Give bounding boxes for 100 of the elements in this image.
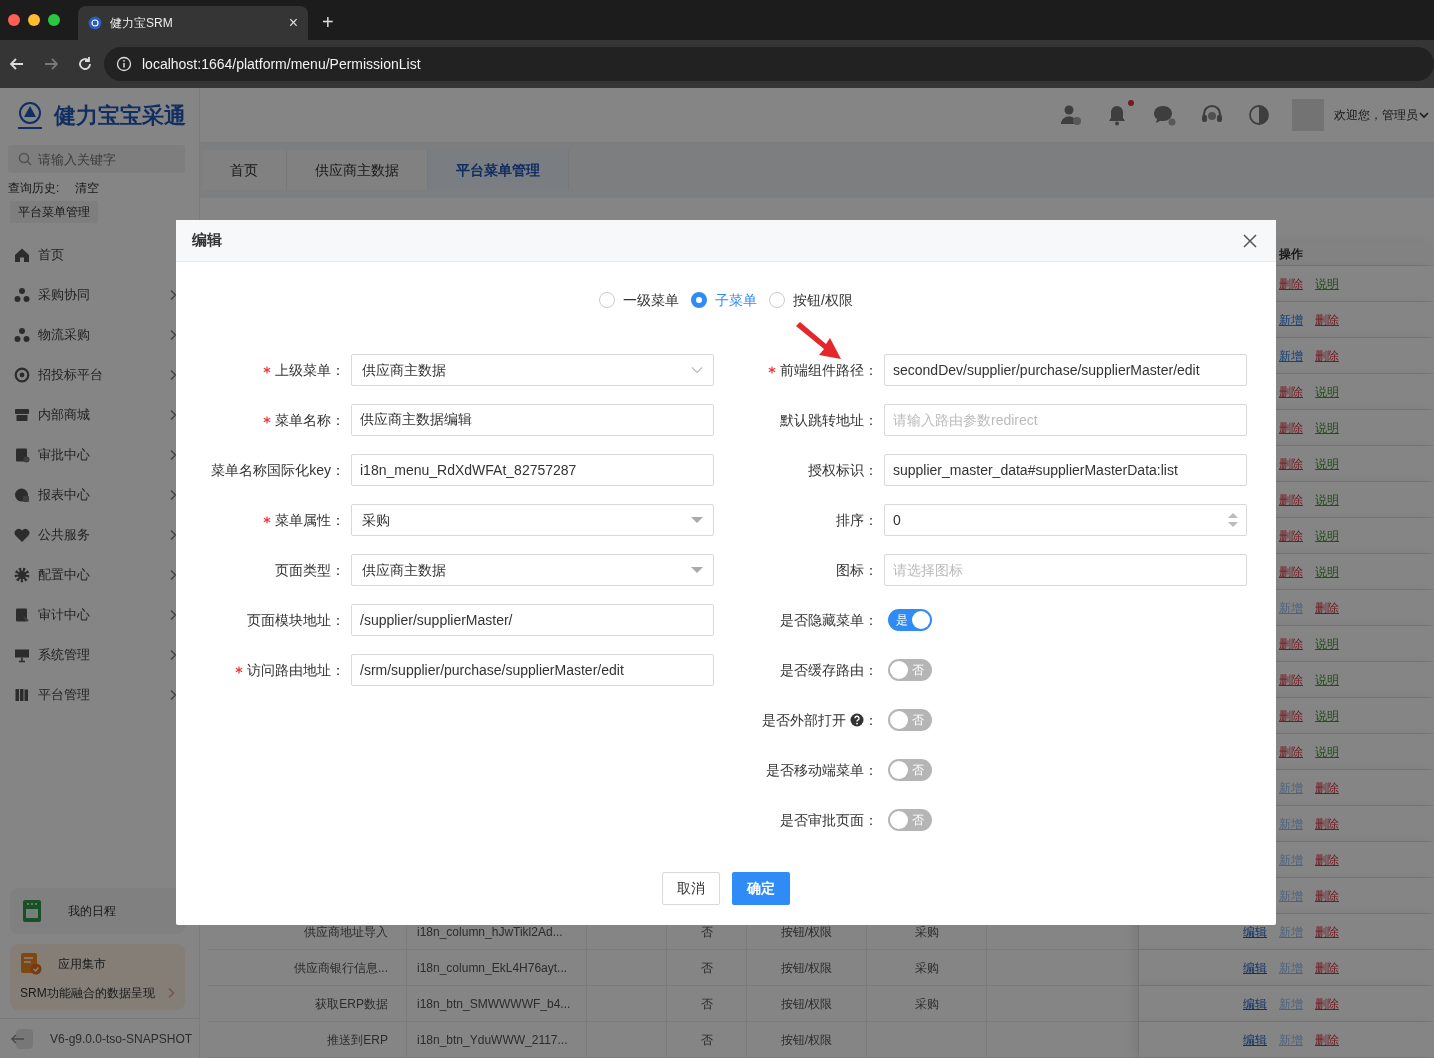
page-tab[interactable]: 供应商主数据: [287, 150, 428, 190]
menu-label[interactable]: 采购协同: [38, 285, 169, 305]
info-link[interactable]: 说明: [1315, 529, 1339, 542]
radio-option[interactable]: 按钮/权限: [769, 289, 853, 311]
info-link[interactable]: 说明: [1315, 277, 1339, 290]
contrast-icon[interactable]: [1248, 104, 1270, 126]
radio-option[interactable]: 子菜单: [691, 289, 758, 311]
page-tab[interactable]: 首页: [202, 150, 287, 190]
schedule-card[interactable]: 我的日程: [10, 888, 185, 934]
app-market-card[interactable]: 应用集市 SRM功能融合的数据呈现: [10, 944, 185, 1010]
delete-link[interactable]: 删除: [1279, 637, 1303, 650]
input-field[interactable]: i18n_menu_RdXdWFAt_82757287: [351, 454, 714, 486]
chat-icon[interactable]: [1152, 104, 1176, 126]
input-field[interactable]: /supplier/supplierMaster/: [351, 604, 714, 636]
select-field[interactable]: 供应商主数据: [351, 554, 714, 586]
delete-link[interactable]: 删除: [1279, 745, 1303, 758]
close-icon[interactable]: [1242, 232, 1258, 249]
edit-link[interactable]: 编辑: [1243, 1033, 1267, 1046]
delete-link[interactable]: 删除: [1315, 925, 1339, 938]
confirm-button[interactable]: 确定: [732, 872, 790, 905]
info-link[interactable]: 说明: [1315, 493, 1339, 506]
collapse-icon[interactable]: [10, 1027, 34, 1050]
welcome-text[interactable]: 欢迎您，管理员: [1334, 106, 1418, 124]
zoom-button[interactable]: [48, 14, 60, 26]
delete-link[interactable]: 删除: [1315, 349, 1339, 362]
add-link[interactable]: 新增: [1279, 349, 1303, 362]
search-field[interactable]: 请输入关键字: [8, 145, 185, 173]
menu-label[interactable]: 审批中心: [38, 445, 169, 465]
toggle-switch[interactable]: 否: [888, 759, 932, 781]
menu-label[interactable]: 公共服务: [38, 525, 169, 545]
delete-link[interactable]: 删除: [1315, 817, 1339, 830]
toggle-switch[interactable]: 否: [888, 659, 932, 681]
info-link[interactable]: 说明: [1315, 745, 1339, 758]
add-link[interactable]: 新增: [1279, 313, 1303, 326]
caret-icon[interactable]: [1418, 109, 1430, 121]
info-link[interactable]: 说明: [1315, 457, 1339, 470]
input-field[interactable]: 请选择图标: [884, 554, 1247, 586]
info-link[interactable]: 说明: [1315, 565, 1339, 578]
toggle-switch[interactable]: 是: [888, 609, 932, 631]
bell-icon[interactable]: [1106, 104, 1128, 127]
user-check-icon[interactable]: [1060, 104, 1082, 126]
radio-option[interactable]: 一级菜单: [599, 289, 680, 311]
delete-link[interactable]: 删除: [1315, 781, 1339, 794]
tab-title[interactable]: 健力宝SRM: [110, 14, 289, 32]
toggle-switch[interactable]: 否: [888, 709, 932, 731]
delete-link[interactable]: 删除: [1279, 673, 1303, 686]
menu-label[interactable]: 报表中心: [38, 485, 169, 505]
table-cell-text: 采购: [914, 959, 939, 977]
delete-link[interactable]: 删除: [1279, 277, 1303, 290]
delete-link[interactable]: 删除: [1315, 997, 1339, 1010]
input-field[interactable]: 供应商主数据编辑: [351, 404, 714, 436]
toggle-switch[interactable]: 否: [888, 809, 932, 831]
delete-link[interactable]: 删除: [1315, 889, 1339, 902]
menu-label[interactable]: 招投标平台: [38, 365, 169, 385]
menu-label[interactable]: 配置中心: [38, 565, 169, 585]
info-link[interactable]: 说明: [1315, 385, 1339, 398]
select-field[interactable]: 采购: [351, 504, 714, 536]
field-label: 菜单属性: [275, 510, 331, 530]
delete-link[interactable]: 删除: [1279, 493, 1303, 506]
delete-link[interactable]: 删除: [1279, 529, 1303, 542]
minimize-button[interactable]: [28, 14, 40, 26]
menu-label[interactable]: 审计中心: [38, 605, 169, 625]
menu-label[interactable]: 系统管理: [38, 645, 169, 665]
delete-link[interactable]: 删除: [1315, 961, 1339, 974]
info-link[interactable]: 说明: [1315, 709, 1339, 722]
input-field[interactable]: supplier_master_data#supplierMasterData:list: [884, 454, 1247, 486]
delete-link[interactable]: 删除: [1315, 601, 1339, 614]
info-link[interactable]: 说明: [1315, 673, 1339, 686]
tab-close-button[interactable]: ×: [288, 15, 298, 31]
close-button[interactable]: [8, 14, 20, 26]
delete-link[interactable]: 删除: [1315, 313, 1339, 326]
info-link[interactable]: 说明: [1315, 421, 1339, 434]
delete-link[interactable]: 删除: [1279, 709, 1303, 722]
menu-label[interactable]: 平台管理: [38, 685, 169, 705]
delete-link[interactable]: 删除: [1279, 565, 1303, 578]
edit-link[interactable]: 编辑: [1243, 997, 1267, 1010]
history-tag[interactable]: 平台菜单管理: [10, 201, 98, 223]
reload-icon[interactable]: [76, 55, 94, 73]
new-tab-button[interactable]: +: [322, 12, 334, 32]
delete-link[interactable]: 删除: [1279, 457, 1303, 470]
input-field[interactable]: 请输入路由参数redirect: [884, 404, 1247, 436]
input-field[interactable]: /srm/supplier/purchase/supplierMaster/edit: [351, 654, 714, 686]
delete-link[interactable]: 删除: [1279, 421, 1303, 434]
menu-label[interactable]: 物流采购: [38, 325, 169, 345]
info-icon[interactable]: [116, 56, 132, 72]
input-field[interactable]: secondDev/supplier/purchase/supplierMaster/edit: [884, 354, 1247, 386]
delete-link[interactable]: 删除: [1315, 1033, 1339, 1046]
info-link[interactable]: 说明: [1315, 637, 1339, 650]
delete-link[interactable]: 删除: [1279, 385, 1303, 398]
menu-label[interactable]: 内部商城: [38, 405, 169, 425]
spinner-icon[interactable]: [1227, 511, 1239, 529]
edit-link[interactable]: 编辑: [1243, 925, 1267, 938]
menu-label[interactable]: 首页: [38, 245, 177, 265]
clear-link[interactable]: 清空: [75, 179, 100, 197]
edit-link[interactable]: 编辑: [1243, 961, 1267, 974]
select-field[interactable]: 供应商主数据: [351, 354, 714, 386]
cancel-button[interactable]: 取消: [662, 872, 720, 905]
url-text[interactable]: localhost:1664/platform/menu/PermissionList: [142, 53, 421, 75]
delete-link[interactable]: 删除: [1315, 853, 1339, 866]
number-field[interactable]: 0: [884, 504, 1247, 536]
